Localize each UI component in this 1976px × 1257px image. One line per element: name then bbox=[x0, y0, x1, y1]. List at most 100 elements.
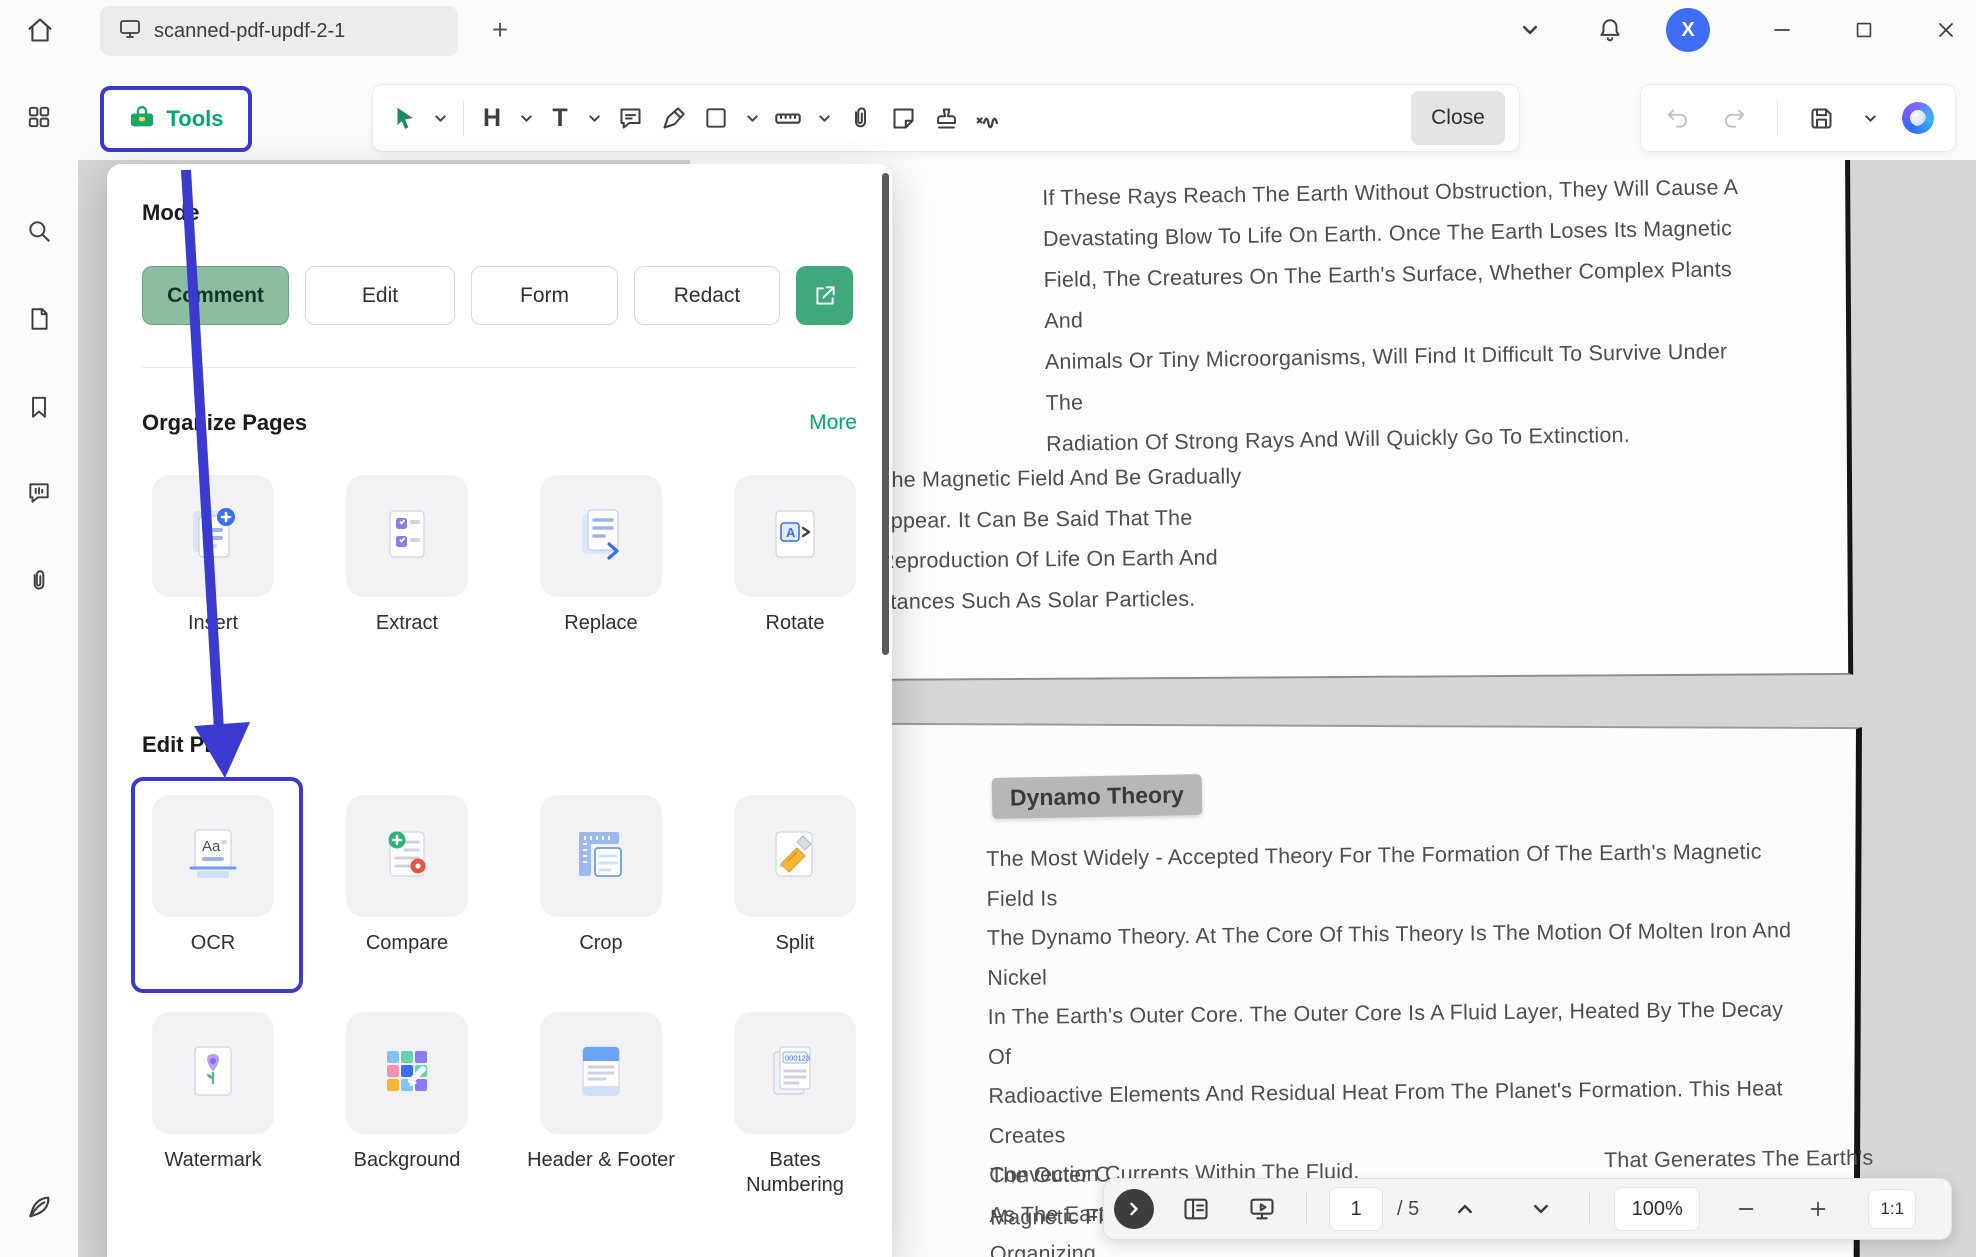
presentation-icon[interactable] bbox=[1244, 1191, 1280, 1227]
zoom-in-icon[interactable] bbox=[1800, 1191, 1836, 1227]
maximize-icon[interactable] bbox=[1842, 8, 1886, 52]
tool-background[interactable]: Background bbox=[345, 1012, 469, 1198]
mode-form-button[interactable]: Form bbox=[471, 266, 618, 325]
measure-tool-icon[interactable] bbox=[771, 101, 805, 135]
new-tab-icon[interactable]: + bbox=[482, 12, 518, 48]
tool-split[interactable]: Split bbox=[733, 795, 857, 956]
expand-toolbar-icon[interactable] bbox=[1114, 1189, 1154, 1229]
tool-label: Extract bbox=[332, 611, 482, 636]
main-toolbar: H T bbox=[372, 84, 1520, 152]
bates-numbering-icon: 000123 bbox=[763, 1039, 827, 1108]
tools-panel: Mode Comment Edit Form Redact Organize P… bbox=[107, 164, 892, 1257]
statusbar-divider bbox=[1306, 1193, 1307, 1225]
toolbar-divider bbox=[463, 101, 464, 135]
pen-nib-icon[interactable] bbox=[20, 1188, 58, 1226]
tool-watermark[interactable]: Watermark bbox=[151, 1012, 275, 1198]
document-line: appear. It Can Be Said That The bbox=[878, 497, 1242, 541]
organize-more-link[interactable]: More bbox=[809, 411, 857, 435]
toolbox-icon bbox=[128, 103, 156, 136]
app-window: If These Rays Reach The Earth Without Ob… bbox=[0, 0, 1976, 1257]
bookmark-icon[interactable] bbox=[20, 388, 58, 426]
document-line: The Outer C bbox=[990, 1161, 1111, 1188]
document-line: Animals Or Tiny Microorganisms, Will Fin… bbox=[1045, 331, 1746, 424]
tools-button[interactable]: Tools bbox=[100, 86, 252, 152]
mode-redact-button[interactable]: Redact bbox=[634, 266, 780, 325]
attachment-tool-icon[interactable] bbox=[843, 101, 877, 135]
comments-panel-icon[interactable] bbox=[20, 474, 58, 512]
highlight-dropdown-icon[interactable] bbox=[516, 101, 536, 135]
measure-dropdown-icon[interactable] bbox=[814, 101, 834, 135]
select-tool-icon[interactable] bbox=[387, 101, 421, 135]
zoom-level-button[interactable]: 100% bbox=[1614, 1187, 1700, 1231]
signature-tool-icon[interactable] bbox=[972, 101, 1006, 135]
page-number-input[interactable] bbox=[1329, 1187, 1383, 1231]
close-window-icon[interactable] bbox=[1924, 8, 1968, 52]
document-line: Reproduction Of Life On Earth And bbox=[879, 537, 1243, 581]
split-icon bbox=[763, 822, 827, 891]
mode-section-title: Mode bbox=[142, 200, 199, 226]
document-line: The Dynamo Theory. At The Core Of This T… bbox=[987, 911, 1808, 998]
tool-label: Insert bbox=[138, 611, 288, 636]
rotate-pages-icon: A bbox=[763, 502, 827, 571]
redo-icon[interactable] bbox=[1717, 101, 1751, 135]
sticker-tool-icon[interactable] bbox=[886, 101, 920, 135]
ai-assistant-icon[interactable] bbox=[1902, 102, 1934, 134]
tool-label: OCR bbox=[138, 931, 288, 956]
tool-crop[interactable]: Crop bbox=[539, 795, 663, 956]
actual-size-button[interactable]: 1:1 bbox=[1868, 1189, 1916, 1229]
mode-comment-button[interactable]: Comment bbox=[142, 266, 289, 325]
tool-replace[interactable]: Replace bbox=[539, 475, 663, 636]
tool-rotate[interactable]: A Rotate bbox=[733, 475, 857, 636]
tool-label: Bates Numbering bbox=[720, 1148, 870, 1198]
compare-icon bbox=[375, 822, 439, 891]
zoom-out-icon[interactable] bbox=[1728, 1191, 1764, 1227]
tool-header-footer[interactable]: Header & Footer bbox=[539, 1012, 663, 1198]
page1-paragraph: If These Rays Reach The Earth Without Ob… bbox=[1042, 167, 1746, 465]
close-button[interactable]: Close bbox=[1411, 91, 1505, 145]
select-tool-dropdown-icon[interactable] bbox=[430, 101, 450, 135]
next-page-icon[interactable] bbox=[1523, 1191, 1559, 1227]
tool-extract[interactable]: Extract bbox=[345, 475, 469, 636]
panel-scrollbar[interactable] bbox=[882, 173, 889, 655]
text-tool-icon[interactable]: T bbox=[545, 104, 575, 133]
title-bar: scanned-pdf-updf-2-1 + X bbox=[0, 0, 1976, 60]
toolbar-divider bbox=[1777, 101, 1778, 135]
user-avatar[interactable]: X bbox=[1666, 8, 1710, 52]
notifications-icon[interactable] bbox=[1588, 8, 1632, 52]
minimize-icon[interactable] bbox=[1760, 8, 1804, 52]
home-icon[interactable] bbox=[16, 8, 64, 52]
tool-label: Replace bbox=[526, 611, 676, 636]
tool-compare[interactable]: Compare bbox=[345, 795, 469, 956]
tool-label: Compare bbox=[332, 931, 482, 956]
mode-edit-button[interactable]: Edit bbox=[305, 266, 455, 325]
text-dropdown-icon[interactable] bbox=[584, 101, 604, 135]
pen-tool-icon[interactable] bbox=[656, 101, 690, 135]
search-icon[interactable] bbox=[20, 212, 58, 250]
save-dropdown-icon[interactable] bbox=[1860, 101, 1880, 135]
organize-pages-title: Organize Pages bbox=[142, 410, 307, 436]
open-in-new-window-button[interactable] bbox=[796, 266, 853, 325]
svg-text:A: A bbox=[786, 525, 796, 540]
highlight-tool-icon[interactable]: H bbox=[477, 104, 507, 133]
attachments-panel-icon[interactable] bbox=[20, 562, 58, 600]
thumbnail-panel-icon[interactable] bbox=[1178, 1191, 1214, 1227]
pages-panel-icon[interactable] bbox=[20, 300, 58, 338]
apps-grid-icon[interactable] bbox=[20, 98, 58, 136]
tool-insert[interactable]: Insert bbox=[151, 475, 275, 636]
undo-icon[interactable] bbox=[1661, 101, 1695, 135]
document-tab[interactable]: scanned-pdf-updf-2-1 bbox=[100, 6, 458, 56]
tabs-dropdown-icon[interactable] bbox=[1508, 8, 1552, 52]
tool-bates-numbering[interactable]: 000123 Bates Numbering bbox=[733, 1012, 857, 1198]
shape-dropdown-icon[interactable] bbox=[742, 101, 762, 135]
tool-ocr[interactable]: Aa OCR bbox=[151, 795, 275, 956]
header-footer-icon bbox=[569, 1039, 633, 1108]
document-line: Magnetic Fie bbox=[990, 1203, 1116, 1230]
watermark-icon bbox=[181, 1039, 245, 1108]
shape-tool-icon[interactable] bbox=[699, 101, 733, 135]
tool-label: Header & Footer bbox=[526, 1148, 676, 1173]
stamp-tool-icon[interactable] bbox=[929, 101, 963, 135]
previous-page-icon[interactable] bbox=[1447, 1191, 1483, 1227]
save-icon[interactable] bbox=[1804, 101, 1838, 135]
annotation-tool-icon[interactable] bbox=[613, 101, 647, 135]
statusbar-divider bbox=[1589, 1193, 1590, 1225]
